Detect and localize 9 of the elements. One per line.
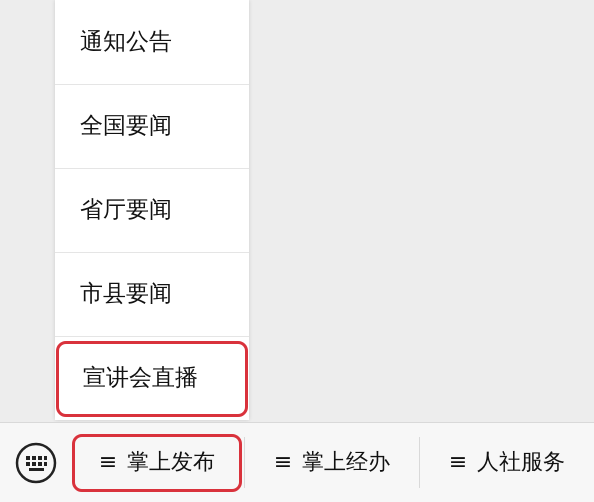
menu-item[interactable]: 省厅要闻 <box>55 172 249 248</box>
tab-button[interactable]: ≡ 人社服务 <box>448 434 566 492</box>
menu-item[interactable]: 宣讲会直播 <box>56 340 248 416</box>
keyboard-icon[interactable] <box>15 442 57 484</box>
tab-button[interactable]: ≡ 掌上经办 <box>274 434 390 492</box>
menu-item[interactable]: 市县要闻 <box>55 256 249 332</box>
tab-button[interactable]: ≡ 掌上发布 <box>72 434 242 492</box>
menu-item[interactable]: 全国要闻 <box>55 88 249 164</box>
menu-item[interactable]: 通知公告 <box>55 4 249 80</box>
